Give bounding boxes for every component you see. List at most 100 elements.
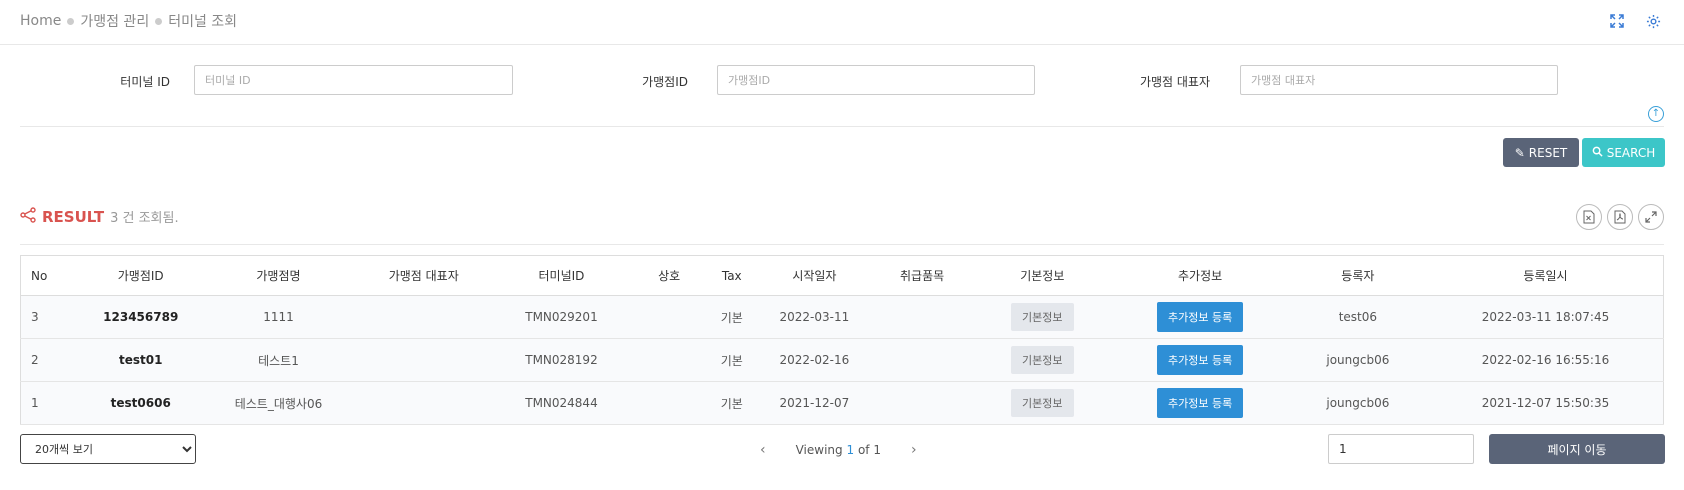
total-pages: of 1 <box>857 443 881 457</box>
page-number-input[interactable] <box>1328 434 1474 464</box>
col-start-date[interactable]: 시작일자 <box>756 255 872 296</box>
col-items[interactable]: 취급품목 <box>872 255 973 296</box>
result-count: 3 건 조회됨. <box>110 211 179 226</box>
cell-no: 1 <box>19 381 81 425</box>
cell-registrant: joungcb06 <box>1287 381 1428 425</box>
cell-basic-info: 기본정보 <box>972 381 1113 425</box>
cell-extra-info: 추가정보 등록 <box>1112 338 1288 382</box>
cell-start-date: 2022-02-16 <box>756 338 872 382</box>
cell-registered-at: 2022-02-16 16:55:16 <box>1427 338 1664 382</box>
breadcrumb-separator <box>155 17 163 25</box>
cell-merchant-id: 123456789 <box>80 295 201 339</box>
cell-merchant-id: test0606 <box>80 381 201 425</box>
col-terminal-id[interactable]: 터미널ID <box>491 255 632 296</box>
eraser-icon: ✎ <box>1514 145 1525 160</box>
cell-tax: 기본 <box>706 295 757 339</box>
result-title: RESULT <box>42 207 105 226</box>
cell-registrant: joungcb06 <box>1287 338 1428 382</box>
breadcrumb: Home 가맹점 관리 터미널 조회 <box>20 11 237 31</box>
cell-extra-info: 추가정보 등록 <box>1112 295 1288 339</box>
cell-company <box>631 338 707 382</box>
col-representative[interactable]: 가맹점 대표자 <box>356 255 492 296</box>
cell-representative <box>356 381 492 425</box>
expand-icon[interactable] <box>1638 204 1664 230</box>
prev-page-icon[interactable]: ‹ <box>760 442 766 458</box>
merchant-id-input[interactable] <box>717 65 1035 95</box>
top-bar: Home 가맹점 관리 터미널 조회 <box>0 0 1684 45</box>
cell-terminal-id: TMN028192 <box>491 338 632 382</box>
gear-icon[interactable] <box>1644 12 1662 30</box>
viewing-text: Viewing 1 of 1 <box>796 443 881 457</box>
fullscreen-icon[interactable] <box>1608 12 1626 30</box>
breadcrumb-separator <box>67 17 75 25</box>
cell-extra-info: 추가정보 등록 <box>1112 381 1288 425</box>
breadcrumb-home[interactable]: Home <box>20 13 61 29</box>
cell-terminal-id: TMN029201 <box>491 295 632 339</box>
reset-button[interactable]: ✎ RESET <box>1503 138 1579 167</box>
reset-label: RESET <box>1528 145 1568 160</box>
representative-input[interactable] <box>1240 65 1558 95</box>
cell-start-date: 2022-03-11 <box>756 295 872 339</box>
col-no[interactable]: No <box>19 255 81 296</box>
search-button[interactable]: SEARCH <box>1582 138 1665 167</box>
col-merchant-id[interactable]: 가맹점ID <box>80 255 201 296</box>
cell-no: 2 <box>19 338 81 382</box>
current-page: 1 <box>846 443 855 457</box>
terminal-id-label: 터미널 ID <box>120 75 170 89</box>
col-registrant[interactable]: 등록자 <box>1287 255 1428 296</box>
share-icon <box>20 207 36 226</box>
excel-icon[interactable] <box>1576 204 1602 230</box>
extra-info-register-button[interactable]: 추가정보 등록 <box>1156 302 1244 332</box>
basic-info-button[interactable]: 기본정보 <box>1011 389 1074 417</box>
cell-merchant-id: test01 <box>80 338 201 382</box>
merchant-id-label: 가맹점ID <box>642 75 688 89</box>
pagination-bar: 20개씩 보기 ‹ Viewing 1 of 1 › 페이지 이동 <box>0 434 1684 464</box>
terminal-id-input[interactable] <box>194 65 513 95</box>
cell-merchant-name: 1111 <box>200 295 357 339</box>
cell-registered-at: 2022-03-11 18:07:45 <box>1427 295 1664 339</box>
cell-items <box>872 338 973 382</box>
cell-merchant-name: 테스트1 <box>200 338 357 382</box>
cell-company <box>631 295 707 339</box>
pdf-icon[interactable] <box>1607 204 1633 230</box>
results-table: No 가맹점ID 가맹점명 가맹점 대표자 터미널ID 상호 Tax 시작일자 … <box>19 255 1664 425</box>
cell-registrant: test06 <box>1287 295 1428 339</box>
cell-items <box>872 295 973 339</box>
table-row[interactable]: 2 test01 테스트1 TMN028192 기본 2022-02-16 기본… <box>19 338 1664 382</box>
goto-page-button[interactable]: 페이지 이동 <box>1489 434 1665 464</box>
cell-representative <box>356 295 492 339</box>
col-tax[interactable]: Tax <box>706 255 757 296</box>
cell-merchant-name: 테스트_대행사06 <box>200 381 357 425</box>
cell-tax: 기본 <box>706 381 757 425</box>
col-basic-info[interactable]: 기본정보 <box>972 255 1113 296</box>
search-form: 터미널 ID 가맹점ID 가맹점 대표자 <box>0 65 1684 97</box>
cell-representative <box>356 338 492 382</box>
basic-info-button[interactable]: 기본정보 <box>1011 346 1074 374</box>
col-extra-info[interactable]: 추가정보 <box>1112 255 1288 296</box>
cell-start-date: 2021-12-07 <box>756 381 872 425</box>
next-page-icon[interactable]: › <box>911 442 917 458</box>
divider <box>20 126 1664 127</box>
search-label: SEARCH <box>1606 145 1656 160</box>
cell-no: 3 <box>19 295 81 339</box>
cell-company <box>631 381 707 425</box>
table-row[interactable]: 1 test0606 테스트_대행사06 TMN024844 기본 2021-1… <box>19 381 1664 425</box>
cell-basic-info: 기본정보 <box>972 295 1113 339</box>
col-registered-at[interactable]: 등록일시 <box>1427 255 1664 296</box>
cell-registered-at: 2021-12-07 15:50:35 <box>1427 381 1664 425</box>
col-merchant-name[interactable]: 가맹점명 <box>200 255 357 296</box>
viewing-prefix: Viewing <box>795 443 843 457</box>
col-company[interactable]: 상호 <box>631 255 707 296</box>
basic-info-button[interactable]: 기본정보 <box>1011 303 1074 331</box>
table-header-row: No 가맹점ID 가맹점명 가맹점 대표자 터미널ID 상호 Tax 시작일자 … <box>19 255 1664 296</box>
search-icon <box>1592 146 1603 160</box>
pager: ‹ Viewing 1 of 1 › <box>760 442 917 458</box>
extra-info-register-button[interactable]: 추가정보 등록 <box>1156 345 1244 375</box>
cell-terminal-id: TMN024844 <box>491 381 632 425</box>
page-size-select[interactable]: 20개씩 보기 <box>20 434 196 464</box>
extra-info-register-button[interactable]: 추가정보 등록 <box>1156 388 1244 418</box>
table-row[interactable]: 3 123456789 1111 TMN029201 기본 2022-03-11… <box>19 295 1664 339</box>
cell-basic-info: 기본정보 <box>972 338 1113 382</box>
collapse-up-icon[interactable]: ↑ <box>1648 106 1664 122</box>
breadcrumb-merchant-mgmt[interactable]: 가맹점 관리 <box>80 11 149 31</box>
